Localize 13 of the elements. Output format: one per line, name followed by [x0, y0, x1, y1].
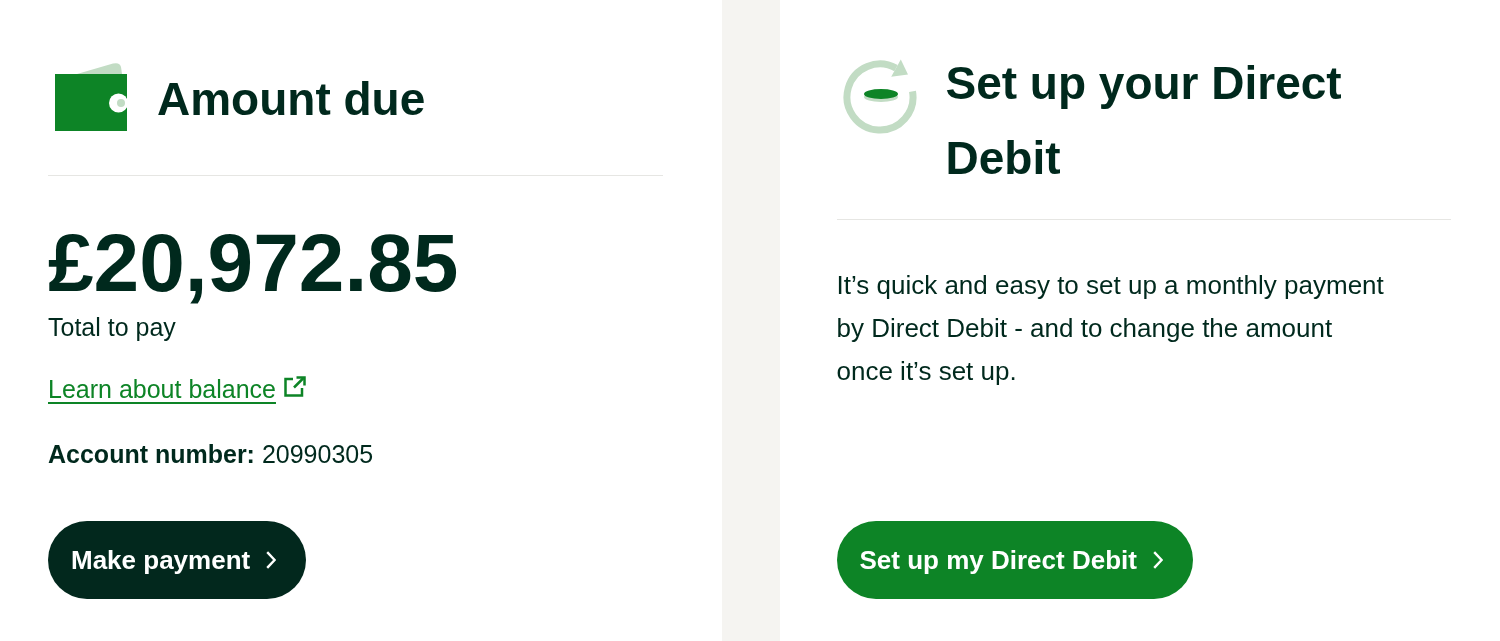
chevron-right-icon: [1152, 551, 1163, 569]
amount-caption: Total to pay: [48, 312, 176, 343]
card-title: Amount due: [157, 72, 426, 127]
action-button[interactable]: Make payment: [48, 521, 307, 599]
action-button[interactable]: Set up my Direct Debit: [836, 521, 1193, 599]
chevron-right-icon: [266, 551, 277, 569]
description-text: It’s quick and easy to set up a monthly payment by Direct Debit - and to change the amount once it’s set up.: [836, 269, 1385, 388]
amount-value: £20,972.85: [48, 223, 459, 303]
wallet-icon: [55, 62, 128, 131]
balance-link[interactable]: Learn about balance: [48, 373, 306, 405]
circular-arrow-icon: [842, 58, 917, 134]
card-title: Set up your Direct Debit: [945, 56, 1343, 186]
account-number-text: Account number: 20990305: [48, 439, 374, 470]
